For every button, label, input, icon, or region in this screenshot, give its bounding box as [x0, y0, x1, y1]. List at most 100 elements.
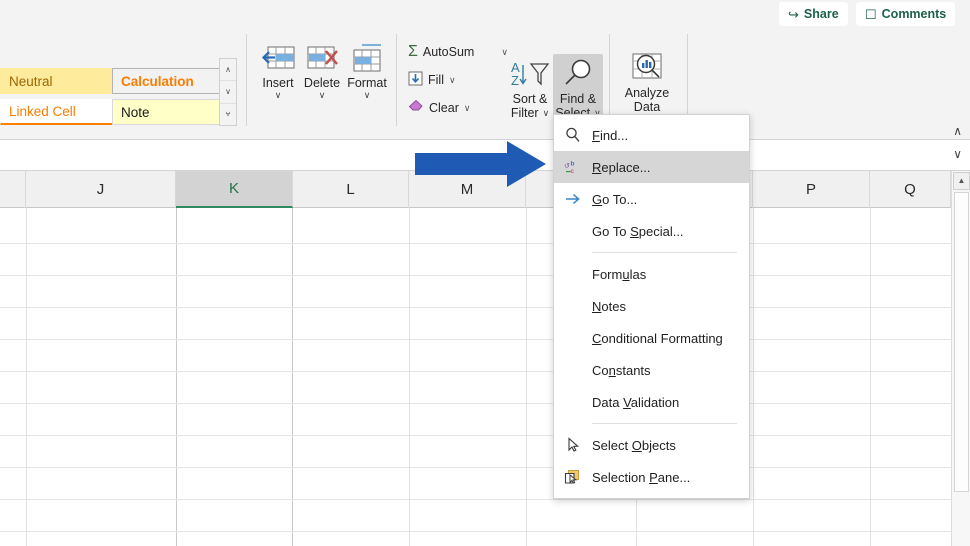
autosum-sigma-icon: Σ — [408, 44, 418, 60]
gallery-scroll-down-icon[interactable]: ∨ — [220, 81, 236, 103]
find-select-label-line1: Find & — [560, 92, 596, 106]
excel-window: ↪ Share ☐ Comments Neutral Calculation L… — [0, 0, 970, 546]
menu-item-notes[interactable]: Notes — [554, 290, 749, 322]
menu-item-label: Conditional Formatting — [592, 331, 723, 346]
column-header-I[interactable]: I — [0, 171, 26, 208]
ribbon-collapse-icon[interactable]: ∧ — [953, 125, 962, 137]
menu-item-label: Find... — [592, 128, 628, 143]
menu-item-label: Select Objects — [592, 438, 676, 453]
sort-filter-icon: A Z — [510, 56, 550, 92]
menu-separator — [592, 252, 737, 253]
find-select-magnifier-icon — [562, 56, 594, 92]
svg-text:c: c — [571, 168, 575, 175]
sort-and-filter-button[interactable]: A Z Sort & Filter ∨ — [503, 56, 557, 120]
column-header-K[interactable]: K — [176, 171, 293, 208]
analyze-data-label-line1: Analyze — [625, 86, 669, 100]
menu-item-label: Replace... — [592, 160, 651, 175]
style-chip-note[interactable]: Note — [112, 99, 234, 125]
style-chip-label: Note — [121, 105, 150, 120]
ribbon-divider — [396, 34, 397, 126]
menu-item-data-validation[interactable]: Data Validation — [554, 386, 749, 418]
menu-item-go-to-special[interactable]: Go To Special... — [554, 215, 749, 247]
formula-bar-expand-icon[interactable]: ∨ — [953, 148, 962, 160]
menu-item-label: Go To... — [592, 192, 637, 207]
scrollbar-thumb[interactable] — [954, 192, 969, 492]
insert-cells-label: Insert — [262, 76, 293, 90]
share-button[interactable]: ↪ Share — [779, 2, 848, 26]
menu-separator — [592, 423, 737, 424]
menu-item-label: Go To Special... — [592, 224, 684, 239]
menu-item-label: Selection Pane... — [592, 470, 690, 485]
comment-icon: ☐ — [865, 8, 877, 21]
gallery-scroll-up-icon[interactable]: ∧ — [220, 59, 236, 81]
styles-gallery-scrollbar[interactable]: ∧ ∨ ⩝ — [219, 58, 237, 126]
go-to-arrow-icon — [554, 192, 592, 206]
chevron-down-icon[interactable]: ∨ — [449, 75, 456, 86]
style-chip-label: Calculation — [121, 74, 194, 89]
menu-item-label: Data Validation — [592, 395, 679, 410]
gallery-more-icon[interactable]: ⩝ — [220, 104, 236, 125]
clear-button[interactable]: Clear ∨ — [408, 96, 470, 120]
menu-item-constants[interactable]: Constants — [554, 354, 749, 386]
clear-label: Clear — [429, 101, 459, 115]
menu-item-select-objects[interactable]: Select Objects — [554, 429, 749, 461]
autosum-label: AutoSum — [423, 45, 474, 59]
style-chip-label: Linked Cell — [9, 104, 76, 119]
svg-text:b: b — [571, 161, 575, 168]
menu-item-label: Constants — [592, 363, 651, 378]
ribbon-divider — [687, 34, 688, 126]
cell-grid[interactable] — [0, 208, 951, 546]
menu-item-label: Notes — [592, 299, 626, 314]
fill-button[interactable]: Fill ∨ — [408, 68, 456, 92]
menu-item-label: Formulas — [592, 267, 646, 282]
column-header-L[interactable]: L — [293, 171, 409, 208]
column-header-J[interactable]: J — [26, 171, 176, 208]
menu-item-formulas[interactable]: Formulas — [554, 258, 749, 290]
format-cells-button[interactable]: Format ∨ — [341, 40, 393, 100]
analyze-data-label-line2: Data — [634, 100, 660, 114]
scroll-up-icon[interactable]: ▲ — [953, 172, 970, 190]
worksheet-area: I J K L M N O P Q — [0, 171, 970, 546]
ribbon-divider — [609, 34, 610, 126]
sort-filter-label-line2: Filter — [511, 106, 539, 120]
ribbon: Neutral Calculation Linked Cell Note ∧ ∨… — [0, 28, 970, 139]
analyze-data-button[interactable]: Analyze Data — [620, 50, 674, 114]
top-command-bar: ↪ Share ☐ Comments — [0, 0, 970, 28]
style-chip-neutral[interactable]: Neutral — [0, 68, 122, 94]
chevron-down-icon[interactable]: ∨ — [464, 103, 471, 114]
menu-item-replace[interactable]: ↺ b c Replace... — [554, 151, 749, 183]
column-header-P[interactable]: P — [753, 171, 870, 208]
menu-item-conditional-formatting[interactable]: Conditional Formatting — [554, 322, 749, 354]
chevron-down-icon[interactable]: ∨ — [275, 91, 282, 100]
blue-pointer-arrow — [415, 140, 547, 193]
find-and-select-menu[interactable]: Find... ↺ b c Replace... Go To... — [553, 114, 750, 499]
fill-down-icon — [408, 71, 423, 89]
fill-label: Fill — [428, 73, 444, 87]
comments-button-label: Comments — [882, 7, 947, 21]
column-header-Q[interactable]: Q — [870, 171, 951, 208]
menu-item-find[interactable]: Find... — [554, 119, 749, 151]
chevron-down-icon[interactable]: ∨ — [364, 91, 371, 100]
ribbon-divider — [246, 34, 247, 126]
cell-styles-gallery: Neutral Calculation Linked Cell Note — [0, 37, 223, 124]
select-objects-pointer-icon — [554, 437, 592, 453]
delete-cells-icon — [305, 40, 339, 76]
svg-text:Z: Z — [511, 73, 519, 88]
style-chip-label: Neutral — [9, 74, 53, 89]
analyze-data-icon — [630, 50, 664, 86]
chevron-down-icon[interactable]: ∨ — [319, 91, 326, 100]
sort-filter-label-line1: Sort & — [513, 92, 548, 106]
comments-button[interactable]: ☐ Comments — [856, 2, 955, 26]
style-chip-calculation[interactable]: Calculation — [112, 68, 234, 94]
vertical-scrollbar[interactable]: ▲ — [951, 171, 970, 546]
find-magnifier-icon — [554, 127, 592, 143]
insert-cells-icon — [261, 40, 295, 76]
style-chip-linked-cell[interactable]: Linked Cell — [0, 99, 122, 125]
selection-pane-icon — [554, 469, 592, 485]
chevron-down-icon[interactable]: ∨ — [543, 109, 550, 118]
menu-item-go-to[interactable]: Go To... — [554, 183, 749, 215]
format-cells-icon — [350, 40, 384, 76]
menu-item-selection-pane[interactable]: Selection Pane... — [554, 461, 749, 493]
clear-eraser-icon — [408, 99, 424, 117]
autosum-button[interactable]: Σ AutoSum ∨ — [408, 40, 508, 64]
